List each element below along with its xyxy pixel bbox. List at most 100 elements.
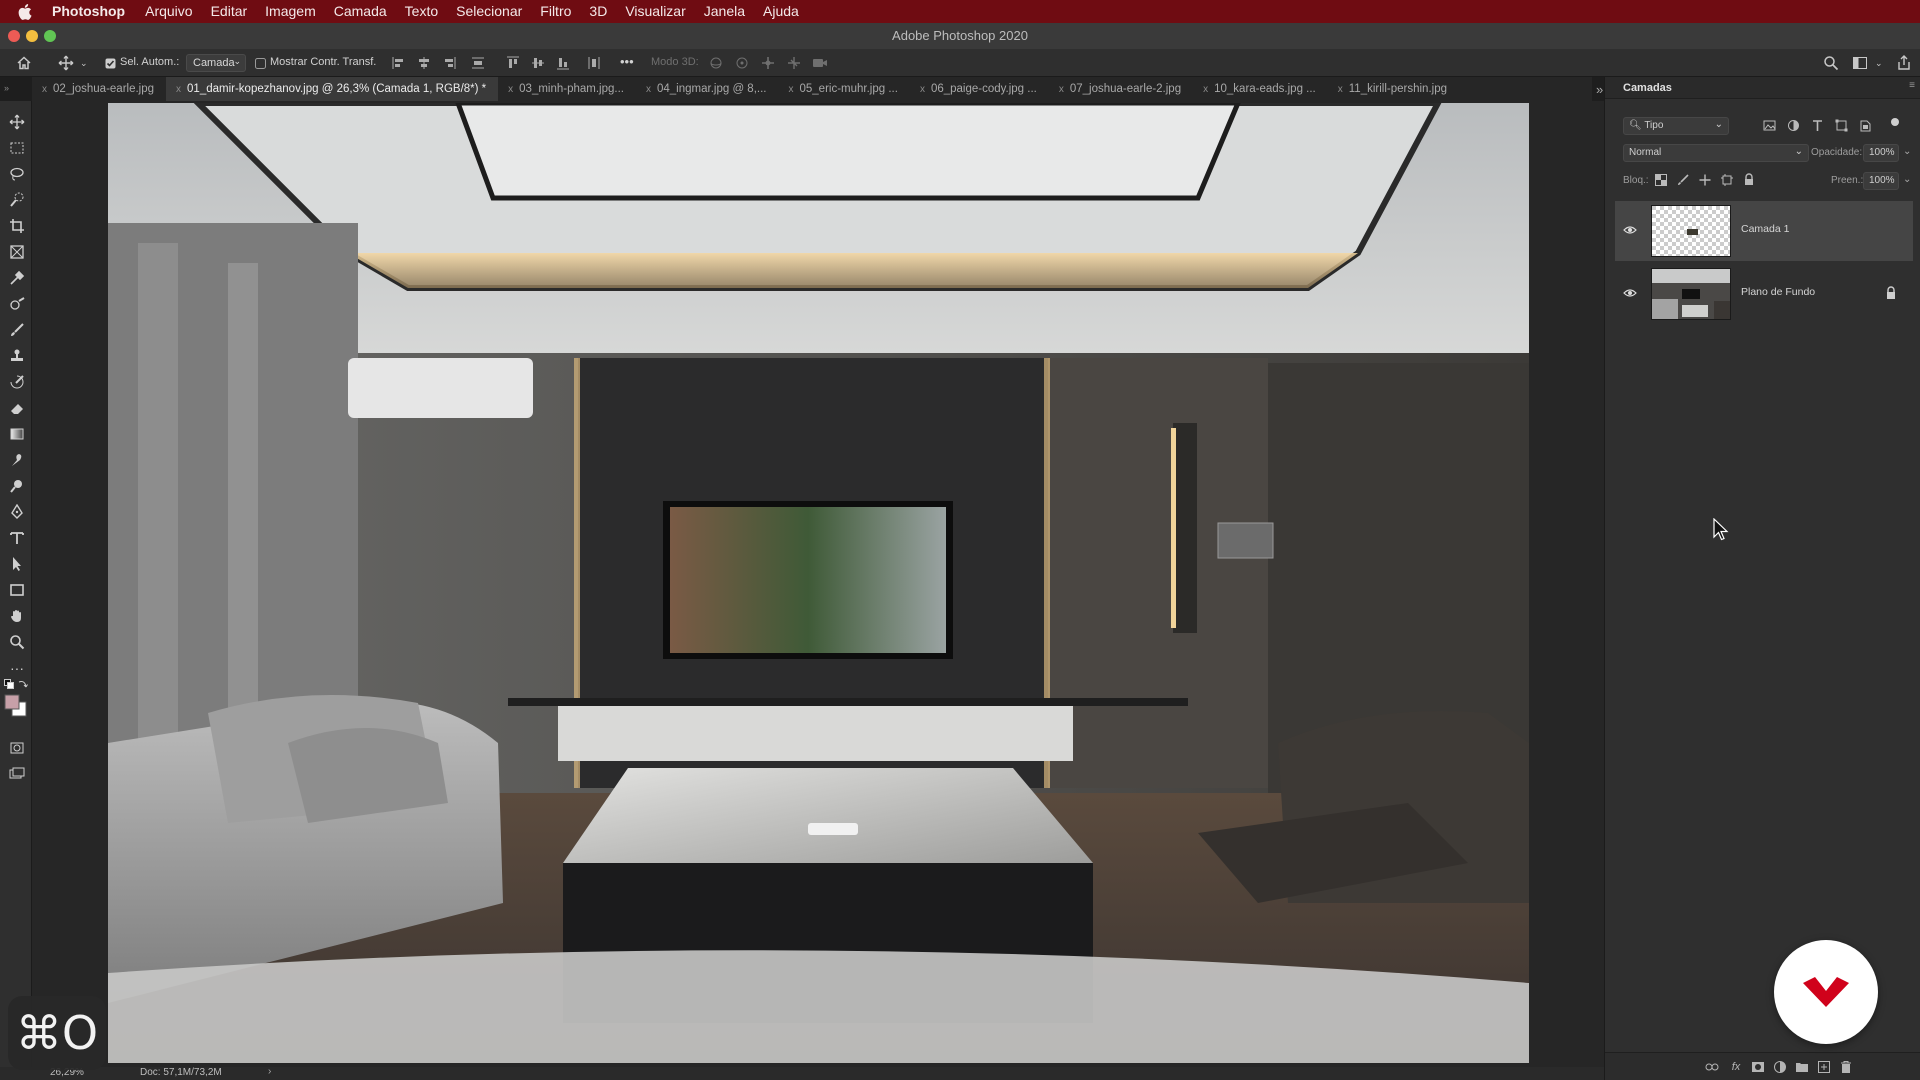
new-group-icon[interactable]	[1795, 1060, 1809, 1074]
clone-stamp-tool-icon[interactable]	[8, 347, 26, 365]
pen-tool-icon[interactable]	[8, 503, 26, 521]
more-options-button[interactable]: •••	[620, 54, 634, 69]
lock-position-icon[interactable]	[1699, 174, 1711, 189]
3d-orbit-icon[interactable]	[708, 55, 724, 71]
blend-mode-dropdown[interactable]: Normal ⌄	[1623, 144, 1809, 162]
fill-chevron-icon[interactable]: ⌄	[1903, 174, 1911, 185]
canvas-area[interactable]	[32, 101, 1592, 1067]
close-tab-icon[interactable]: x	[646, 84, 651, 95]
healing-brush-tool-icon[interactable]	[8, 295, 26, 313]
layer-row-plano-de-fundo[interactable]: Plano de Fundo	[1615, 264, 1913, 324]
adjustment-layer-icon[interactable]	[1773, 1060, 1787, 1074]
auto-select-target-dropdown[interactable]: Camada ⌄	[186, 54, 246, 72]
menu-app-name[interactable]: Photoshop	[52, 0, 125, 23]
apple-icon[interactable]	[18, 3, 32, 20]
eyedropper-tool-icon[interactable]	[8, 269, 26, 287]
close-tab-icon[interactable]: x	[920, 84, 925, 95]
search-icon[interactable]	[1823, 55, 1839, 71]
move-tool-icon[interactable]	[58, 55, 74, 71]
gradient-tool-icon[interactable]	[8, 425, 26, 443]
add-mask-icon[interactable]	[1751, 1060, 1765, 1074]
menu-editar[interactable]: Editar	[211, 0, 248, 23]
3d-pan-icon[interactable]	[760, 55, 776, 71]
filter-pixel-icon[interactable]	[1763, 119, 1776, 135]
tabs-overflow-button[interactable]: »	[1596, 82, 1603, 97]
close-tab-icon[interactable]: x	[42, 84, 47, 95]
tab-01-damir-kopezhanov[interactable]: x 01_damir-kopezhanov.jpg @ 26,3% (Camada…	[166, 77, 499, 101]
smudge-tool-icon[interactable]	[8, 451, 26, 469]
align-top-edges-icon[interactable]	[506, 55, 520, 71]
filter-shape-icon[interactable]	[1835, 119, 1848, 135]
menu-3d[interactable]: 3D	[589, 0, 607, 23]
hand-tool-icon[interactable]	[8, 607, 26, 625]
quick-selection-tool-icon[interactable]	[8, 191, 26, 209]
menu-filtro[interactable]: Filtro	[540, 0, 571, 23]
lock-image-pixels-icon[interactable]	[1677, 174, 1689, 189]
tool-preset-chevron-icon[interactable]: ⌄	[80, 55, 88, 71]
default-colors-icon[interactable]	[4, 679, 14, 689]
filter-adjustment-icon[interactable]	[1787, 119, 1800, 135]
quick-mask-icon[interactable]	[8, 739, 26, 757]
align-vertical-centers-icon[interactable]	[531, 55, 545, 71]
dodge-tool-icon[interactable]	[8, 477, 26, 495]
tab-03-minh-pham[interactable]: x 03_minh-pham.jpg...	[498, 77, 636, 101]
swap-colors-icon[interactable]	[18, 679, 28, 689]
tab-04-ingmar[interactable]: x 04_ingmar.jpg @ 8,...	[636, 77, 779, 101]
edit-toolbar-icon[interactable]: ···	[8, 659, 26, 677]
frame-tool-icon[interactable]	[8, 243, 26, 261]
lock-transparent-pixels-icon[interactable]	[1655, 174, 1667, 189]
opacity-input[interactable]: 100%	[1863, 144, 1899, 162]
home-icon[interactable]	[16, 55, 32, 71]
marquee-tool-icon[interactable]	[8, 139, 26, 157]
close-tab-icon[interactable]: x	[1059, 84, 1064, 95]
screen-mode-icon[interactable]	[8, 765, 26, 783]
layer-style-fx-icon[interactable]: fx	[1729, 1060, 1743, 1074]
3d-roll-icon[interactable]	[734, 55, 750, 71]
show-transform-checkbox[interactable]	[255, 55, 266, 71]
tab-02-joshua-earle[interactable]: x 02_joshua-earle.jpg	[32, 77, 166, 101]
layer-name[interactable]: Plano de Fundo	[1741, 286, 1815, 298]
layers-panel-title[interactable]: Camadas	[1623, 82, 1672, 94]
collapse-toolbar-icon[interactable]: »	[4, 83, 9, 93]
brush-tool-icon[interactable]	[8, 321, 26, 339]
zoom-tool-icon[interactable]	[8, 633, 26, 651]
layer-row-camada-1[interactable]: Camada 1	[1615, 201, 1913, 261]
lock-icon[interactable]	[1885, 286, 1897, 300]
new-layer-icon[interactable]	[1817, 1060, 1831, 1074]
color-swatches[interactable]	[4, 694, 28, 718]
close-tab-icon[interactable]: x	[1203, 84, 1208, 95]
3d-camera-icon[interactable]	[812, 55, 828, 71]
fill-input[interactable]: 100%	[1863, 172, 1899, 190]
path-selection-tool-icon[interactable]	[8, 555, 26, 573]
document-image[interactable]	[108, 103, 1529, 1063]
eraser-tool-icon[interactable]	[8, 399, 26, 417]
menu-visualizar[interactable]: Visualizar	[625, 0, 685, 23]
delete-layer-icon[interactable]	[1839, 1060, 1853, 1074]
workspace-icon[interactable]	[1852, 55, 1868, 71]
share-icon[interactable]	[1896, 55, 1912, 71]
eye-icon[interactable]	[1623, 288, 1637, 298]
auto-select-checkbox[interactable]	[105, 55, 116, 71]
tab-10-kara-eads[interactable]: x 10_kara-eads.jpg ...	[1193, 77, 1328, 101]
menu-janela[interactable]: Janela	[704, 0, 745, 23]
filter-smart-object-icon[interactable]	[1859, 119, 1872, 135]
lasso-tool-icon[interactable]	[8, 165, 26, 183]
link-layers-icon[interactable]	[1705, 1060, 1719, 1074]
menu-camada[interactable]: Camada	[334, 0, 387, 23]
align-bottom-edges-icon[interactable]	[556, 55, 570, 71]
opacity-chevron-icon[interactable]: ⌄	[1903, 146, 1911, 157]
menu-imagem[interactable]: Imagem	[265, 0, 316, 23]
tab-06-paige-cody[interactable]: x 06_paige-cody.jpg ...	[910, 77, 1049, 101]
menu-ajuda[interactable]: Ajuda	[763, 0, 799, 23]
move-tool-icon[interactable]	[8, 113, 26, 131]
menu-arquivo[interactable]: Arquivo	[145, 0, 192, 23]
lock-all-icon[interactable]	[1743, 173, 1755, 189]
tab-11-kirill-pershin[interactable]: x 11_kirill-pershin.jpg	[1328, 77, 1459, 101]
layer-name[interactable]: Camada 1	[1741, 223, 1789, 235]
tab-05-eric-muhr[interactable]: x 05_eric-muhr.jpg ...	[779, 77, 910, 101]
panel-menu-icon[interactable]: ≡	[1909, 80, 1915, 91]
lock-artboard-icon[interactable]	[1721, 174, 1733, 189]
filter-toggle-switch[interactable]	[1891, 118, 1899, 126]
tab-07-joshua-earle-2[interactable]: x 07_joshua-earle-2.jpg	[1049, 77, 1193, 101]
menu-texto[interactable]: Texto	[405, 0, 438, 23]
